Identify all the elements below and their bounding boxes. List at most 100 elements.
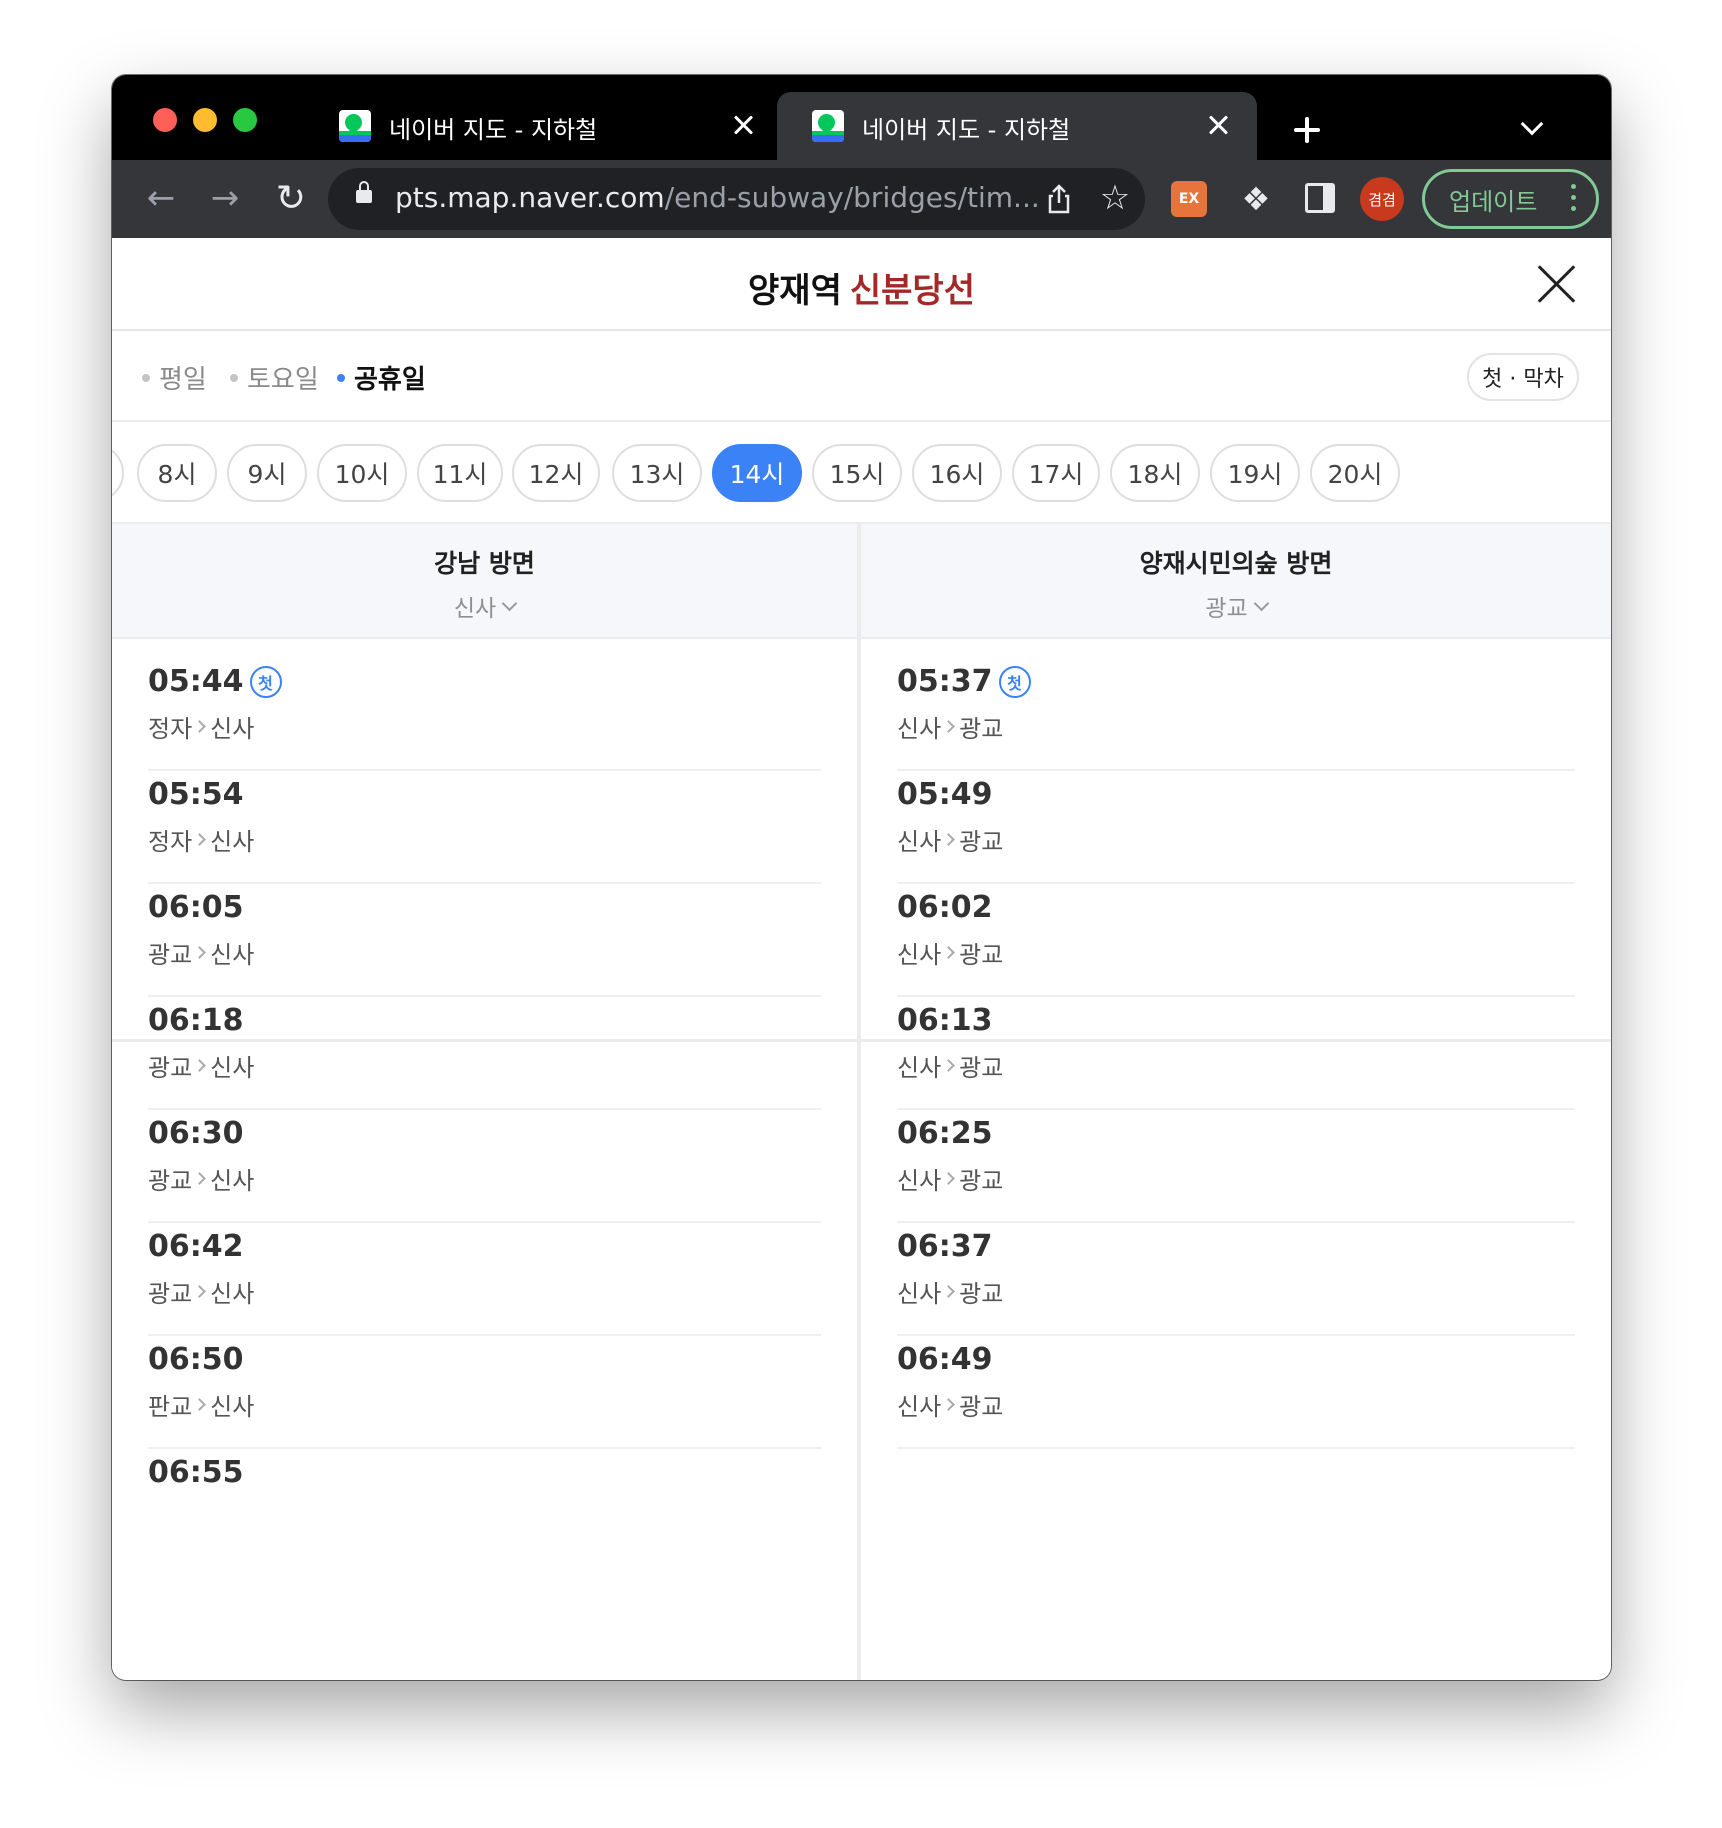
train-row: 06:49 신사 광교 bbox=[897, 1317, 1575, 1449]
departure-time: 06:50 bbox=[148, 1342, 244, 1377]
chevron-right-icon bbox=[942, 1285, 956, 1298]
row-separator bbox=[897, 1447, 1575, 1449]
browser-tab-2[interactable]: 네이버 지도 - 지하철 bbox=[777, 92, 1257, 160]
train-route: 정자 신사 bbox=[148, 715, 255, 743]
chevron-right-icon bbox=[942, 1398, 956, 1411]
url-text[interactable]: pts.map.naver.com/end-subway/bridges/tim… bbox=[395, 181, 1040, 214]
departure-time: 06:42 bbox=[148, 1229, 244, 1264]
direction-name: 강남 방면 bbox=[434, 549, 535, 578]
train-route: 신사 광교 bbox=[897, 941, 1004, 969]
line-name: 신분당선 bbox=[849, 271, 975, 311]
chevron-down-icon bbox=[1253, 595, 1269, 611]
hour-pill[interactable]: 18시 bbox=[1110, 444, 1200, 502]
close-icon[interactable] bbox=[1535, 262, 1579, 306]
train-route: 광교 신사 bbox=[148, 941, 255, 969]
bookmark-star-icon[interactable]: ☆ bbox=[1093, 176, 1137, 220]
hour-pill[interactable]: 20시 bbox=[1310, 444, 1400, 502]
hour-pill[interactable]: 17시 bbox=[1012, 444, 1100, 502]
terminal-dropdown[interactable]: 광교 bbox=[1205, 589, 1269, 623]
first-last-train-button[interactable]: 첫 · 막차 bbox=[1467, 353, 1579, 401]
departure-time: 06:25 bbox=[897, 1116, 993, 1151]
profile-avatar[interactable]: 겸겸 bbox=[1360, 177, 1404, 221]
departure-time: 06:18 bbox=[148, 1003, 244, 1038]
first-train-badge: 첫 bbox=[998, 665, 1031, 698]
departure-time: 06:13 bbox=[897, 1003, 993, 1038]
update-button[interactable]: 업데이트 bbox=[1422, 169, 1599, 229]
terminal-dropdown[interactable]: 신사 bbox=[454, 589, 518, 623]
naver-map-favicon-icon bbox=[812, 110, 844, 142]
browser-window: 네이버 지도 - 지하철 네이버 지도 - 지하철 ← → ↻ pts.map.… bbox=[112, 75, 1611, 1680]
hour-pill[interactable]: 8시 bbox=[137, 444, 217, 502]
address-bar[interactable]: pts.map.naver.com/end-subway/bridges/tim… bbox=[328, 168, 1145, 230]
tab-title: 네이버 지도 - 지하철 bbox=[389, 116, 598, 144]
hour-pill[interactable]: 13시 bbox=[612, 444, 702, 502]
new-tab-plus-icon[interactable] bbox=[1287, 110, 1327, 150]
direction-name: 양재시민의숲 방면 bbox=[1139, 549, 1333, 578]
update-label: 업데이트 bbox=[1449, 187, 1538, 216]
back-arrow-icon[interactable]: ← bbox=[133, 170, 189, 226]
chevron-right-icon bbox=[942, 833, 956, 846]
hour-pill[interactable]: 12시 bbox=[512, 444, 600, 502]
side-panel-icon[interactable] bbox=[1305, 183, 1335, 213]
day-tab-saturday[interactable]: 토요일 bbox=[230, 359, 319, 396]
hour-pill[interactable]: 16시 bbox=[912, 444, 1002, 502]
train-route: 정자 신사 bbox=[148, 828, 255, 856]
ex-extension-icon[interactable]: EX bbox=[1171, 181, 1207, 217]
day-type-tabs: 평일 토요일 공휴일 첫 · 막차 bbox=[112, 331, 1611, 422]
hour-pill[interactable]: 14시 bbox=[712, 444, 802, 502]
reload-icon[interactable]: ↻ bbox=[263, 170, 319, 226]
hour-pill[interactable]: 11시 bbox=[417, 444, 503, 502]
extensions-puzzle-icon[interactable]: ❖ bbox=[1234, 177, 1278, 221]
train-route: 신사 광교 bbox=[897, 1054, 1004, 1082]
minimize-window-button[interactable] bbox=[193, 108, 217, 132]
train-route: 판교 신사 bbox=[148, 1393, 255, 1421]
chevron-right-icon bbox=[193, 1398, 207, 1411]
hour-pill[interactable] bbox=[112, 444, 124, 502]
tab-search-chevron-icon[interactable] bbox=[1517, 113, 1547, 143]
train-route: 광교 신사 bbox=[148, 1280, 255, 1308]
first-train-badge: 첫 bbox=[249, 665, 282, 698]
hour-pill[interactable]: 19시 bbox=[1210, 444, 1300, 502]
departure-time: 05:44 첫 bbox=[148, 664, 282, 699]
departure-time: 06:55 bbox=[148, 1455, 244, 1490]
chevron-down-icon bbox=[501, 595, 518, 611]
close-tab-icon[interactable] bbox=[1201, 107, 1237, 143]
direction-gangnam: 강남 방면 신사 bbox=[112, 544, 857, 623]
timetable-list-right[interactable]: 05:37 첫 신사 광교 05:49 신사 광교 06:02 신사 광교 06:13 신사 광교 06:… bbox=[861, 639, 1611, 1680]
chevron-right-icon bbox=[942, 720, 956, 733]
chevron-right-icon bbox=[942, 1172, 956, 1185]
browser-tab-1[interactable]: 네이버 지도 - 지하철 bbox=[307, 92, 782, 160]
page-title: 양재역 신분당선 bbox=[112, 263, 1611, 312]
naver-map-favicon-icon bbox=[339, 110, 371, 142]
train-route: 신사 광교 bbox=[897, 1167, 1004, 1195]
chevron-right-icon bbox=[942, 1059, 956, 1072]
hour-pill[interactable]: 9시 bbox=[227, 444, 307, 502]
train-row: 06:55 bbox=[148, 1430, 821, 1562]
hour-selector[interactable]: 8시 9시 10시 11시 12시 13시 14시 15시 16시 17시 18시 19시 20시 bbox=[112, 422, 1611, 524]
maximize-window-button[interactable] bbox=[233, 108, 257, 132]
share-icon[interactable] bbox=[1043, 183, 1075, 215]
tab-title: 네이버 지도 - 지하철 bbox=[862, 116, 1071, 144]
day-tab-weekday[interactable]: 평일 bbox=[142, 359, 207, 396]
train-route: 신사 광교 bbox=[897, 1393, 1004, 1421]
direction-yangjae-forest: 양재시민의숲 방면 광교 bbox=[861, 544, 1611, 623]
lock-icon[interactable] bbox=[356, 181, 372, 203]
forward-arrow-icon[interactable]: → bbox=[197, 170, 253, 226]
hour-pill[interactable]: 15시 bbox=[812, 444, 902, 502]
departure-time: 05:37 첫 bbox=[897, 664, 1031, 699]
timetable-list-left[interactable]: 05:44 첫 정자 신사 05:54 정자 신사 06:05 광교 신사 06:18 광교 신사 06:… bbox=[112, 639, 857, 1680]
direction-header: 강남 방면 신사 양재시민의숲 방면 광교 bbox=[112, 524, 1611, 639]
more-menu-icon[interactable] bbox=[1571, 184, 1576, 214]
departure-time: 06:30 bbox=[148, 1116, 244, 1151]
chevron-right-icon bbox=[193, 720, 207, 733]
close-window-button[interactable] bbox=[153, 108, 177, 132]
departure-time: 06:49 bbox=[897, 1342, 993, 1377]
hour-pill[interactable]: 10시 bbox=[317, 444, 407, 502]
day-tab-holiday[interactable]: 공휴일 bbox=[337, 359, 426, 396]
chevron-right-icon bbox=[942, 946, 956, 959]
page-header: 양재역 신분당선 bbox=[112, 238, 1611, 331]
train-route: 신사 광교 bbox=[897, 1280, 1004, 1308]
close-tab-icon[interactable] bbox=[726, 107, 762, 143]
chevron-right-icon bbox=[193, 1059, 207, 1072]
chevron-right-icon bbox=[193, 833, 207, 846]
